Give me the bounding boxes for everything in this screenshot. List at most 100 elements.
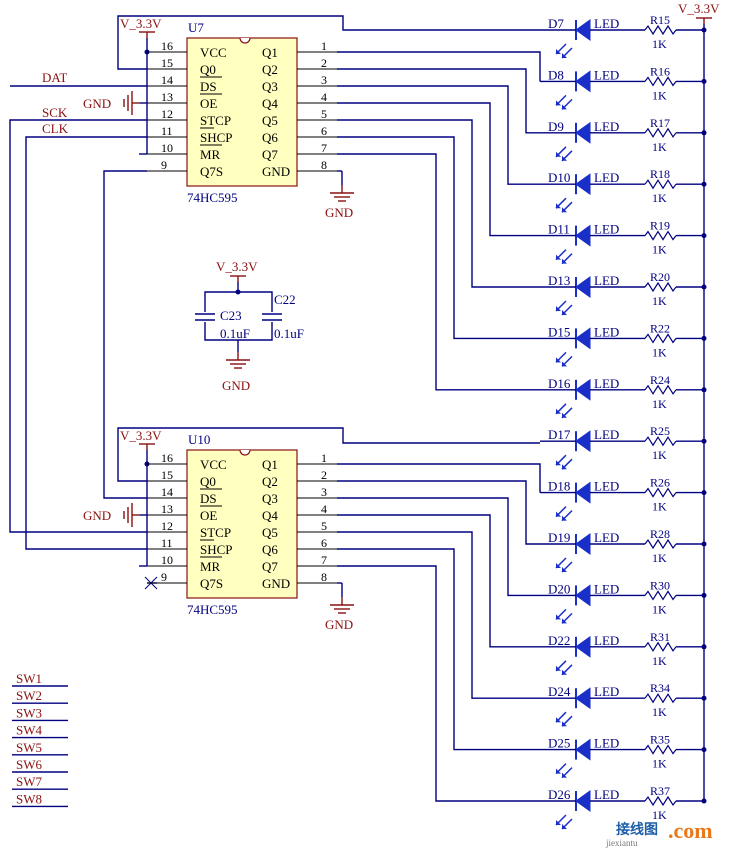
pin-number: 14 — [161, 485, 173, 499]
pin-name: Q4 — [262, 96, 278, 111]
switch-label: SW2 — [16, 688, 42, 703]
pin-name: DS — [200, 491, 217, 506]
pin-name: Q6 — [262, 542, 278, 557]
led-designator: D7 — [548, 16, 564, 31]
led-row: D22 LED R31 1K — [540, 630, 707, 676]
pin-name: Q4 — [262, 508, 278, 523]
cap-value: 0.1uF — [220, 326, 250, 341]
led-row: D7 LED R15 1K — [540, 13, 707, 59]
resistor-designator: R17 — [650, 116, 670, 130]
led-designator: D24 — [548, 684, 571, 699]
switch-net-7: SW7 — [12, 774, 68, 790]
led-value: LED — [594, 222, 619, 237]
led-rows: D7 LED R15 1K D8 LED R16 1K D9 LED R17 1K D10 LED R18 1… — [540, 13, 707, 830]
pin-name: Q0 — [200, 62, 216, 77]
pin-number: 15 — [161, 56, 173, 70]
led-diode-icon — [575, 121, 591, 144]
led-diode-icon — [575, 738, 591, 761]
pin-name: DS — [200, 79, 217, 94]
resistor-value: 1K — [652, 654, 667, 668]
resistor-icon — [644, 744, 677, 755]
pin-name: OE — [200, 96, 217, 111]
led-diode-icon — [575, 533, 591, 555]
net-label-sck: SCK — [42, 105, 68, 120]
pin-number: 3 — [321, 485, 327, 499]
led-diode-icon — [575, 327, 591, 350]
led-row: D24 LED R34 1K — [540, 681, 707, 727]
pin-number: 10 — [161, 553, 173, 567]
power-symbol — [139, 31, 155, 38]
resistor-icon — [644, 538, 677, 550]
resistor-designator: R24 — [650, 373, 670, 387]
pin-number: 9 — [161, 158, 167, 172]
switch-net-5: SW5 — [12, 740, 68, 756]
resistor-designator: R18 — [650, 167, 670, 181]
switch-label: SW3 — [16, 705, 42, 720]
switch-label: SW6 — [16, 757, 43, 772]
pin-name: MR — [200, 559, 221, 574]
resistor-icon — [644, 693, 677, 704]
led-diode-icon — [575, 481, 591, 504]
resistor-designator: R37 — [650, 784, 670, 798]
pin-number: 6 — [321, 124, 327, 138]
pin-name: Q7S — [200, 164, 223, 179]
resistor-value: 1K — [652, 37, 667, 51]
resistor-icon — [644, 24, 677, 36]
resistor-icon — [644, 590, 677, 601]
ic-group: U774HC59516 VCC15 Q014 DS13 OE12 STCP11 SHCP10… — [83, 16, 354, 632]
resistor-icon — [644, 230, 677, 241]
pin-name: Q5 — [262, 525, 278, 540]
ground-label: GND — [325, 617, 353, 632]
resistor-icon — [644, 795, 677, 807]
supply-label: V_3.3V — [120, 428, 162, 443]
resistor-icon — [644, 179, 677, 190]
resistor-designator: R22 — [650, 321, 670, 335]
led-row: D10 LED R18 1K — [540, 167, 707, 213]
switch-label: SW4 — [16, 723, 43, 738]
led-designator: D9 — [548, 119, 564, 134]
led-value: LED — [594, 581, 619, 596]
led-designator: D25 — [548, 736, 570, 751]
led-designator: D10 — [548, 170, 570, 185]
led-value: LED — [594, 16, 619, 31]
switch-net-2: SW2 — [12, 688, 68, 704]
led-designator: D20 — [548, 581, 570, 596]
led-row: D25 LED R35 1K — [540, 733, 707, 779]
pin-number: 4 — [321, 90, 327, 104]
pin-name: SHCP — [200, 130, 233, 145]
pin-name: VCC — [200, 45, 227, 60]
resistor-designator: R31 — [650, 630, 670, 644]
led-value: LED — [594, 633, 619, 648]
led-diode-icon — [575, 635, 591, 658]
ground-label: GND — [83, 96, 111, 111]
pin-name: SHCP — [200, 542, 233, 557]
resistor-value: 1K — [652, 397, 667, 411]
pin-number: 1 — [321, 39, 327, 53]
led-designator: D19 — [548, 530, 570, 545]
ic-part-number: 74HC595 — [187, 602, 238, 617]
led-row: D15 LED R22 1K — [540, 321, 707, 367]
pin-name: Q1 — [262, 45, 278, 60]
pin-name: Q7 — [262, 559, 278, 574]
led-row: D8 LED R16 1K — [540, 64, 707, 110]
switch-labels: SW1 SW2 SW3 SW4 SW5 SW6 SW7 SW8 — [12, 671, 68, 808]
ground-symbol — [330, 185, 354, 202]
led-designator: D16 — [548, 376, 571, 391]
watermark: 接线图 .com jiexiantu — [605, 818, 713, 848]
pin-number: 7 — [321, 141, 327, 155]
resistor-designator: R19 — [650, 219, 670, 233]
decoupling-caps: V_3.3V C23 0.1uF C22 0.1uF GND — [195, 259, 304, 393]
led-designator: D17 — [548, 427, 571, 442]
led-diode-icon — [575, 378, 591, 401]
led-designator: D18 — [548, 479, 570, 494]
pin-number: 12 — [161, 107, 173, 121]
led-designator: D8 — [548, 67, 564, 82]
cap-designator: C22 — [274, 292, 296, 307]
pin-number: 6 — [321, 536, 327, 550]
switch-net-6: SW6 — [12, 757, 68, 773]
ground-label: GND — [325, 205, 353, 220]
pin-name: Q2 — [262, 62, 278, 77]
resistor-designator: R26 — [650, 476, 670, 490]
resistor-designator: R25 — [650, 424, 670, 438]
resistor-designator: R34 — [650, 681, 670, 695]
